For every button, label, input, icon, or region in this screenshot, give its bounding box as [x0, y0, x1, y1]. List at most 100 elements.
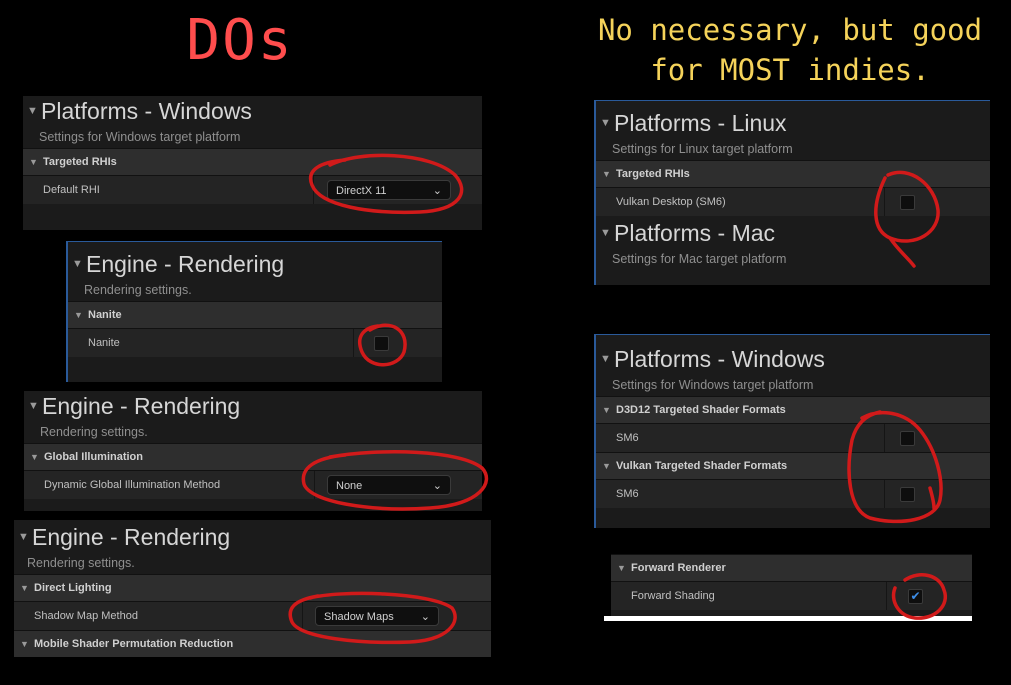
dos-heading: DOs	[186, 8, 294, 73]
engine-rendering-lighting-panel: ▼ Engine - Rendering Rendering settings. …	[14, 520, 491, 657]
panel-title: ▼ Engine - Rendering	[14, 522, 491, 552]
section-label: Forward Renderer	[631, 562, 726, 574]
section-label: Targeted RHIs	[43, 156, 117, 168]
panel-subtitle: Settings for Windows target platform	[612, 378, 814, 392]
optional-heading: No necessary, but good for MOST indies.	[590, 10, 990, 90]
section-label: Nanite	[88, 309, 122, 321]
sm6-d3d12-checkbox[interactable]	[900, 431, 915, 446]
row-label: Vulkan Desktop (SM6)	[616, 196, 726, 208]
engine-rendering-nanite-panel: ▼ Engine - Rendering Rendering settings. …	[66, 241, 442, 382]
nanite-checkbox[interactable]	[374, 336, 389, 351]
collapse-triangle-icon[interactable]: ▼	[600, 218, 611, 248]
panel-title-text: Engine - Rendering	[32, 524, 231, 550]
dropdown-value: Shadow Maps	[324, 611, 394, 623]
collapse-triangle-icon[interactable]: ▼	[600, 108, 611, 138]
section-global-illumination[interactable]: ▼ Global Illumination	[24, 443, 482, 470]
collapse-triangle-icon[interactable]: ▼	[72, 249, 83, 279]
column-divider	[884, 480, 885, 508]
column-divider	[302, 602, 303, 630]
row-label: SM6	[616, 432, 639, 444]
column-divider	[314, 471, 315, 499]
section-triangle-icon: ▼	[29, 157, 38, 167]
section-triangle-icon: ▼	[602, 169, 611, 179]
row-label: Dynamic Global Illumination Method	[44, 479, 221, 491]
row-sm6-d3d12: SM6	[596, 423, 990, 452]
section-triangle-icon: ▼	[602, 405, 611, 415]
column-divider	[884, 424, 885, 452]
panel-subtitle: Rendering settings.	[84, 283, 192, 297]
column-divider	[353, 329, 354, 357]
section-forward-renderer[interactable]: ▼ Forward Renderer	[611, 554, 972, 581]
optional-heading-line2: for MOST indies.	[650, 53, 930, 87]
dynamic-gi-dropdown[interactable]: None ⌄	[327, 475, 451, 495]
section-triangle-icon: ▼	[20, 639, 29, 649]
optional-heading-line1: No necessary, but good	[597, 13, 983, 47]
chevron-down-icon: ⌄	[432, 185, 442, 197]
section-triangle-icon: ▼	[30, 452, 39, 462]
row-vulkan-desktop: Vulkan Desktop (SM6)	[596, 187, 990, 216]
panel-subtitle: Rendering settings.	[40, 425, 148, 439]
section-label: Targeted RHIs	[616, 168, 690, 180]
default-rhi-dropdown[interactable]: DirectX 11 ⌄	[327, 180, 451, 200]
panel-title: ▼ Engine - Rendering	[24, 391, 482, 421]
section-triangle-icon: ▼	[617, 563, 626, 573]
dropdown-value: DirectX 11	[336, 185, 387, 197]
column-divider	[886, 582, 887, 610]
dropdown-value: None	[336, 480, 363, 492]
row-shadow-map-method: Shadow Map Method Shadow Maps ⌄	[14, 601, 491, 630]
collapse-triangle-icon[interactable]: ▼	[28, 391, 39, 421]
section-targeted-rhis[interactable]: ▼ Targeted RHIs	[596, 160, 990, 187]
row-nanite: Nanite	[68, 328, 442, 357]
collapse-triangle-icon[interactable]: ▼	[600, 344, 611, 374]
row-forward-shading: Forward Shading ✔	[611, 581, 972, 610]
panel-title-text: Platforms - Windows	[41, 98, 252, 124]
section-nanite[interactable]: ▼ Nanite	[68, 301, 442, 328]
section-mobile-shader[interactable]: ▼ Mobile Shader Permutation Reduction	[14, 630, 491, 657]
panel-title: ▼ Platforms - Windows	[596, 344, 990, 374]
section-triangle-icon: ▼	[602, 461, 611, 471]
panel-title-text: Platforms - Mac	[614, 220, 776, 246]
collapse-triangle-icon[interactable]: ▼	[27, 96, 38, 126]
section-label: Vulkan Targeted Shader Formats	[616, 460, 788, 472]
row-default-rhi: Default RHI DirectX 11 ⌄	[23, 175, 482, 204]
row-sm6-vulkan: SM6	[596, 479, 990, 508]
column-divider	[313, 176, 314, 204]
forward-shading-checkbox[interactable]: ✔	[908, 589, 923, 604]
panel-spacer	[23, 204, 482, 230]
section-label: Global Illumination	[44, 451, 143, 463]
panel-subtitle: Rendering settings.	[27, 556, 135, 570]
checkmark-icon: ✔	[910, 589, 921, 603]
row-label: Nanite	[88, 337, 120, 349]
panel-subtitle-mac: Settings for Mac target platform	[612, 252, 787, 266]
section-label: Mobile Shader Permutation Reduction	[34, 638, 234, 650]
collapse-triangle-icon[interactable]: ▼	[18, 522, 29, 552]
chevron-down-icon: ⌄	[432, 480, 442, 492]
platforms-windows-shader-panel: ▼ Platforms - Windows Settings for Window…	[594, 334, 990, 528]
section-targeted-rhis[interactable]: ▼ Targeted RHIs	[23, 148, 482, 175]
panel-title-text: Engine - Rendering	[42, 393, 241, 419]
panel-title-text: Platforms - Windows	[614, 346, 825, 372]
row-label: Forward Shading	[631, 590, 715, 602]
panel-title-text: Engine - Rendering	[86, 251, 285, 277]
platforms-windows-panel: ▼ Platforms - Windows Settings for Window…	[23, 96, 482, 230]
row-label: Shadow Map Method	[34, 610, 138, 622]
section-triangle-icon: ▼	[20, 583, 29, 593]
platforms-linux-mac-panel: ▼ Platforms - Linux Settings for Linux ta…	[594, 100, 990, 285]
panel-title-mac: ▼ Platforms - Mac	[596, 218, 990, 248]
white-bar	[604, 616, 972, 621]
panel-subtitle: Settings for Linux target platform	[612, 142, 793, 156]
shadow-map-dropdown[interactable]: Shadow Maps ⌄	[315, 606, 439, 626]
section-d3d12-shader-formats[interactable]: ▼ D3D12 Targeted Shader Formats	[596, 396, 990, 423]
section-direct-lighting[interactable]: ▼ Direct Lighting	[14, 574, 491, 601]
section-label: Direct Lighting	[34, 582, 112, 594]
panel-subtitle: Settings for Windows target platform	[39, 130, 241, 144]
row-dynamic-gi-method: Dynamic Global Illumination Method None ⌄	[24, 470, 482, 499]
panel-title: ▼ Engine - Rendering	[68, 249, 442, 279]
section-label: D3D12 Targeted Shader Formats	[616, 404, 786, 416]
panel-title: ▼ Platforms - Linux	[596, 108, 990, 138]
sm6-vulkan-checkbox[interactable]	[900, 487, 915, 502]
section-vulkan-shader-formats[interactable]: ▼ Vulkan Targeted Shader Formats	[596, 452, 990, 479]
column-divider	[884, 188, 885, 216]
vulkan-desktop-checkbox[interactable]	[900, 195, 915, 210]
section-triangle-icon: ▼	[74, 310, 83, 320]
